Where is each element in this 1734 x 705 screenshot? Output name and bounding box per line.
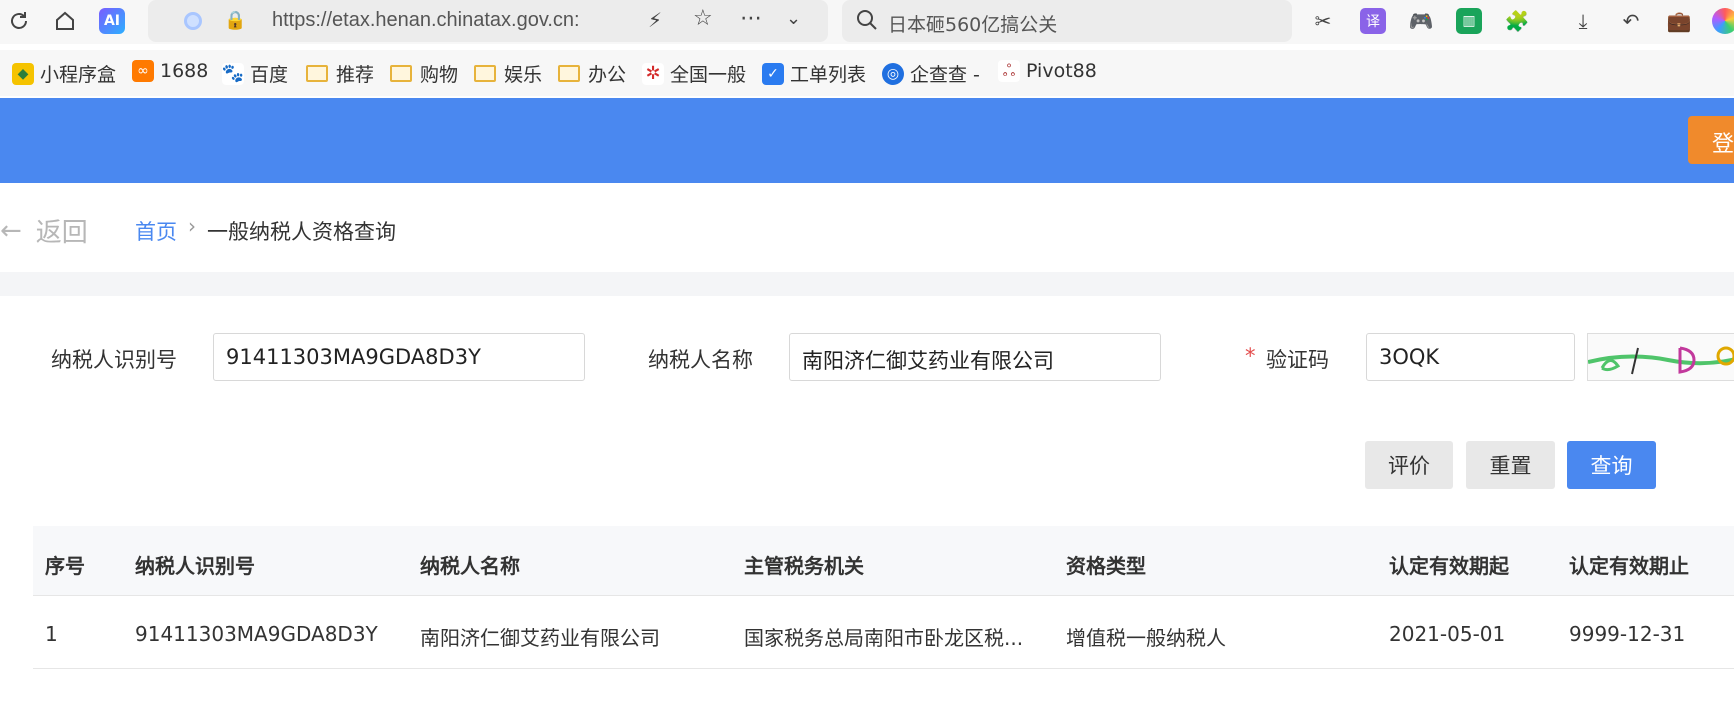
table-header: 序号 纳税人识别号 纳税人名称 主管税务机关 资格类型 认定有效期起 认定有效期…: [33, 526, 1734, 596]
bookmark-label: 全国一般: [670, 64, 747, 86]
bookmark-folder-office[interactable]: 办公: [558, 60, 626, 87]
cell-tax-authority: 国家税务总局南阳市卧龙区税...: [744, 626, 1024, 650]
evaluate-button[interactable]: 评价: [1365, 441, 1453, 489]
bookmark-label: 小程序盒: [40, 64, 117, 86]
bookmark-national[interactable]: ✲ 全国一般: [642, 60, 746, 87]
bookmark-mini-program[interactable]: ◆ 小程序盒: [12, 60, 116, 87]
login-button[interactable]: 登: [1688, 116, 1734, 164]
folder-icon: [306, 65, 328, 82]
browser-toolbar: AI 🔒 https://etax.henan.chinatax.gov.cn:…: [0, 0, 1734, 44]
star-icon[interactable]: ☆: [693, 6, 713, 31]
home-icon[interactable]: [52, 8, 78, 34]
bookmark-1688[interactable]: ∞ 1688: [132, 60, 208, 82]
column-header-tax-authority: 主管税务机关: [744, 554, 864, 578]
bookmark-pivot88[interactable]: ஃ Pivot88: [998, 60, 1097, 82]
profile-icon[interactable]: [1712, 8, 1734, 34]
bookmark-qichacha[interactable]: ◎ 企查查 -: [882, 60, 980, 87]
taxpayer-name-input[interactable]: 南阳济仁御艾药业有限公司: [789, 333, 1161, 381]
pivot88-icon: ஃ: [998, 60, 1020, 82]
captcha-label: 验证码: [1266, 348, 1329, 372]
scissors-icon[interactable]: ✂: [1310, 8, 1336, 34]
cell-taxpayer-name: 南阳济仁御艾药业有限公司: [420, 626, 660, 650]
bookmark-baidu[interactable]: 🐾 百度: [222, 60, 288, 87]
bookmark-label: 百度: [250, 64, 289, 86]
folder-icon: [558, 65, 580, 82]
taxpayer-id-label: 纳税人识别号: [51, 348, 177, 372]
cell-qualification-type: 增值税一般纳税人: [1066, 626, 1226, 650]
breadcrumb-home-link[interactable]: 首页: [135, 216, 177, 246]
site-info-icon[interactable]: [184, 12, 202, 30]
bookmark-label: 1688: [160, 60, 209, 82]
bookmark-folder-recommend[interactable]: 推荐: [306, 60, 374, 87]
column-header-taxpayer-name: 纳税人名称: [420, 554, 520, 578]
search-icon: [856, 9, 878, 35]
bookmark-label: 企查查 -: [910, 64, 980, 86]
bookmark-label: 工单列表: [790, 64, 867, 86]
bookmark-ticket-list[interactable]: ✓ 工单列表: [762, 60, 866, 87]
alibaba-icon: ∞: [132, 60, 154, 82]
column-header-index: 序号: [45, 554, 85, 578]
translate-icon[interactable]: 译: [1360, 8, 1386, 34]
site-header: 登: [0, 98, 1734, 183]
taxpayer-id-input[interactable]: 91411303MA9GDA8D3Y: [213, 333, 585, 381]
briefcase-icon[interactable]: 💼: [1666, 8, 1692, 34]
cube-icon: ◆: [12, 62, 34, 85]
bookmark-folder-entertainment[interactable]: 娱乐: [474, 60, 542, 87]
cell-taxpayer-id: 91411303MA9GDA8D3Y: [135, 622, 378, 646]
required-marker: *: [1245, 344, 1256, 368]
column-header-qualification-type: 资格类型: [1066, 554, 1146, 578]
bookmark-label: 办公: [588, 64, 627, 86]
back-button[interactable]: ← 返回: [0, 212, 88, 249]
cell-valid-from: 2021-05-01: [1389, 622, 1506, 646]
section-divider: [0, 272, 1734, 296]
reader-icon[interactable]: ▥: [1456, 8, 1482, 34]
download-icon[interactable]: ⤓: [1570, 8, 1596, 34]
column-header-valid-to: 认定有效期止: [1569, 554, 1689, 578]
refresh-icon[interactable]: [6, 8, 32, 34]
breadcrumb-current: 一般纳税人资格查询: [207, 220, 396, 244]
shield-icon: ✓: [762, 62, 784, 85]
browser-search-box[interactable]: 日本砸560亿搞公关: [842, 0, 1292, 42]
more-icon[interactable]: ⋯: [740, 6, 762, 31]
ai-assistant-icon[interactable]: AI: [99, 8, 125, 34]
emblem-icon: ✲: [642, 62, 664, 85]
arrow-left-icon: ←: [0, 215, 22, 246]
column-header-valid-from: 认定有效期起: [1389, 554, 1509, 578]
address-bar[interactable]: 🔒 https://etax.henan.chinatax.gov.cn: ⚡ …: [148, 0, 828, 42]
search-suggestion[interactable]: 日本砸560亿搞公关: [888, 10, 1057, 37]
bookmark-label: 推荐: [336, 64, 375, 86]
undo-icon[interactable]: ↶: [1618, 8, 1644, 34]
folder-icon: [390, 65, 412, 82]
baidu-paw-icon: 🐾: [221, 62, 245, 85]
reset-button[interactable]: 重置: [1466, 441, 1555, 489]
captcha-image[interactable]: [1587, 333, 1734, 381]
chevron-down-icon[interactable]: ⌄: [786, 8, 801, 29]
bookmark-label: 娱乐: [504, 64, 543, 86]
bookmark-folder-shopping[interactable]: 购物: [390, 60, 458, 87]
breadcrumb-separator: ›: [188, 214, 196, 238]
cell-index: 1: [45, 622, 58, 646]
bookmark-label: Pivot88: [1026, 60, 1097, 82]
folder-icon: [474, 65, 496, 82]
extensions-icon[interactable]: 🧩: [1504, 8, 1530, 34]
qichacha-icon: ◎: [882, 62, 904, 85]
lock-icon: 🔒: [224, 10, 247, 31]
bookmarks-bar: ◆ 小程序盒 ∞ 1688 🐾 百度 推荐 购物 娱乐 办公 ✲ 全国一般 ✓ …: [0, 50, 1734, 96]
table-row[interactable]: 1 91411303MA9GDA8D3Y 南阳济仁御艾药业有限公司 国家税务总局…: [33, 597, 1734, 669]
column-header-taxpayer-id: 纳税人识别号: [135, 554, 255, 578]
bookmark-label: 购物: [420, 64, 459, 86]
cell-valid-to: 9999-12-31: [1569, 622, 1686, 646]
lightning-icon[interactable]: ⚡: [648, 8, 662, 32]
query-button[interactable]: 查询: [1567, 441, 1656, 489]
taxpayer-name-label: 纳税人名称: [648, 348, 753, 372]
back-label: 返回: [35, 218, 88, 248]
game-icon[interactable]: 🎮: [1408, 8, 1434, 34]
captcha-input[interactable]: 3OQK: [1366, 333, 1575, 381]
